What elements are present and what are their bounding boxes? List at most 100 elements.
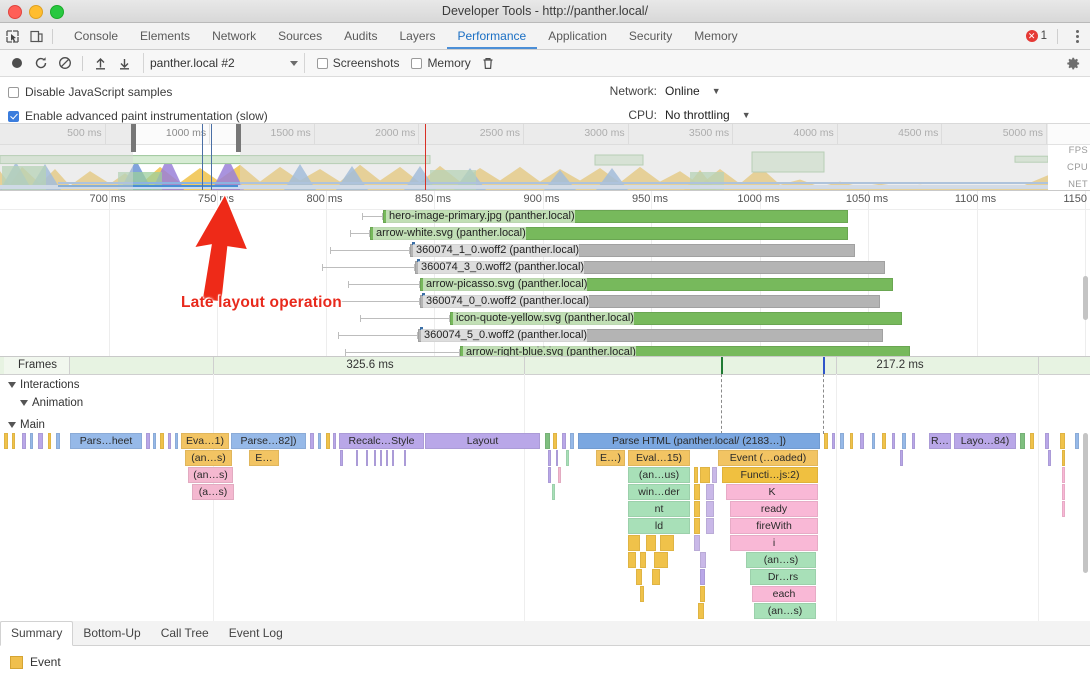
flamechart-scrollbar[interactable] [1083, 433, 1088, 573]
disable-js-samples-checkbox[interactable]: Disable JavaScript samples [8, 82, 1090, 102]
flamechart-bar[interactable] [660, 535, 674, 551]
flamechart-bar[interactable] [840, 433, 844, 449]
flamechart-bar[interactable]: Pars…heet [70, 433, 142, 449]
timeline-overview[interactable]: 500 ms 1000 ms 1500 ms 2000 ms 2500 ms 3000 m… [0, 124, 1090, 191]
tab-audits[interactable]: Audits [333, 23, 388, 49]
flamechart-bar[interactable] [553, 433, 557, 449]
flamechart-bar[interactable]: Dr…rs [750, 569, 816, 585]
flamechart-bar[interactable]: (an…s) [754, 603, 816, 619]
tab-bottom-up[interactable]: Bottom-Up [73, 622, 150, 645]
flamechart-bar[interactable] [366, 450, 368, 466]
cpu-throttle-row[interactable]: CPU: No throttling ▼ [595, 105, 750, 125]
tab-sources[interactable]: Sources [267, 23, 333, 49]
flamechart-bar[interactable] [548, 450, 551, 466]
flamechart-bar[interactable]: E… [249, 450, 279, 466]
flamechart-bar[interactable]: Eval…15) [628, 450, 690, 466]
flamechart-bar[interactable] [404, 450, 406, 466]
flamechart-bar[interactable] [562, 433, 566, 449]
flamechart-bar[interactable] [700, 586, 705, 602]
flamechart-bar[interactable] [646, 535, 656, 551]
overview-window-handle-left[interactable] [131, 124, 136, 152]
flamechart-bar[interactable]: Eva…1) [181, 433, 229, 449]
flamechart-bar[interactable] [566, 450, 569, 466]
network-request-row[interactable]: hero-image-primary.jpg (panther.local) [0, 209, 1090, 224]
flamechart-bar[interactable]: R… [929, 433, 951, 449]
flamechart-bar[interactable] [30, 433, 33, 449]
flamechart-bar[interactable]: nt [628, 501, 690, 517]
flamechart-bar[interactable] [386, 450, 388, 466]
flamechart-bar[interactable] [700, 552, 706, 568]
flamechart-bar[interactable] [694, 484, 700, 500]
network-request-row[interactable]: icon-quote-yellow.svg (panther.local) [0, 311, 1090, 326]
flamechart-bar[interactable] [1020, 433, 1025, 449]
flamechart-bar[interactable]: ld [628, 518, 690, 534]
network-waterfall[interactable]: 700 ms 750 ms 800 ms 850 ms 900 ms 950 ms 1000… [0, 191, 1090, 357]
flamechart-bar[interactable] [1062, 501, 1065, 517]
flamechart-bar[interactable] [850, 433, 853, 449]
tab-network[interactable]: Network [201, 23, 267, 49]
flamechart-bar[interactable] [628, 535, 640, 551]
memory-checkbox[interactable]: Memory [411, 56, 471, 70]
flamechart-bar[interactable] [1062, 450, 1065, 466]
flamechart-bar[interactable] [552, 484, 555, 500]
minimize-window-button[interactable] [29, 5, 43, 19]
flamechart-bar[interactable] [548, 467, 551, 483]
flamechart-bar[interactable]: ready [730, 501, 818, 517]
tab-application[interactable]: Application [537, 23, 618, 49]
flamechart-bar[interactable] [860, 433, 864, 449]
tab-call-tree[interactable]: Call Tree [151, 622, 219, 645]
flamechart-bar[interactable]: Parse…82]) [231, 433, 306, 449]
flamechart-bar[interactable] [706, 518, 714, 534]
flamechart-bar[interactable] [570, 433, 574, 449]
flamechart-bar[interactable] [1048, 450, 1051, 466]
flamechart-bar[interactable] [48, 433, 51, 449]
tab-summary[interactable]: Summary [0, 621, 74, 646]
flamechart-bar[interactable]: (a…s) [192, 484, 234, 500]
tab-console[interactable]: Console [63, 23, 129, 49]
flamechart-bar[interactable]: (an…us) [628, 467, 690, 483]
network-request-row[interactable]: arrow-picasso.svg (panther.local) [0, 277, 1090, 292]
window-controls[interactable] [8, 5, 64, 19]
chevron-down-icon[interactable]: ▼ [712, 86, 721, 96]
flamechart-bar[interactable] [700, 467, 710, 483]
flamechart-bar[interactable] [326, 433, 330, 449]
screenshots-checkbox[interactable]: Screenshots [316, 56, 399, 70]
flamechart-bar[interactable] [4, 433, 8, 449]
flamechart-bar[interactable] [1062, 467, 1065, 483]
flamechart-bar[interactable] [712, 467, 717, 483]
flamechart-bar[interactable]: i [730, 535, 818, 551]
flamechart-bar[interactable]: Layo…84) [954, 433, 1016, 449]
flamechart-bar[interactable] [1060, 433, 1065, 449]
tab-performance[interactable]: Performance [447, 23, 538, 49]
flamechart-bar[interactable] [1030, 433, 1034, 449]
flamechart-bar[interactable] [912, 433, 915, 449]
reload-record-icon[interactable] [30, 52, 52, 74]
flamechart-bar[interactable] [318, 433, 321, 449]
flamechart-bar[interactable] [356, 450, 358, 466]
network-request-row[interactable]: arrow-white.svg (panther.local) [0, 226, 1090, 241]
flamechart-bar[interactable] [12, 433, 15, 449]
flamechart-bar[interactable] [882, 433, 886, 449]
record-circle-icon[interactable] [6, 52, 28, 74]
flamechart-bar[interactable] [698, 603, 704, 619]
tab-elements[interactable]: Elements [129, 23, 201, 49]
flamechart-bar[interactable] [652, 569, 660, 585]
flamechart-bar[interactable] [1045, 433, 1049, 449]
load-profile-icon[interactable] [89, 52, 111, 74]
flamechart-bar[interactable]: Functi…js:2) [722, 467, 818, 483]
flamechart-bar[interactable] [902, 433, 906, 449]
flamechart-bar[interactable]: (an…s) [185, 450, 232, 466]
tab-memory[interactable]: Memory [683, 23, 748, 49]
close-window-button[interactable] [8, 5, 22, 19]
flamechart-bar[interactable]: win…der [628, 484, 690, 500]
flamechart-bar[interactable] [340, 450, 343, 466]
flamechart-bar[interactable]: (an…s) [188, 467, 233, 483]
flamechart-bar[interactable] [38, 433, 43, 449]
flamechart-bar[interactable] [310, 433, 314, 449]
flamechart-bar[interactable] [706, 484, 714, 500]
flamechart-bar[interactable] [654, 552, 668, 568]
flamechart-bar[interactable]: (an…s) [746, 552, 816, 568]
track-group-interactions[interactable]: Interactions [8, 379, 79, 391]
network-scrollbar[interactable] [1083, 276, 1088, 320]
flamechart-bar[interactable] [1062, 484, 1065, 500]
